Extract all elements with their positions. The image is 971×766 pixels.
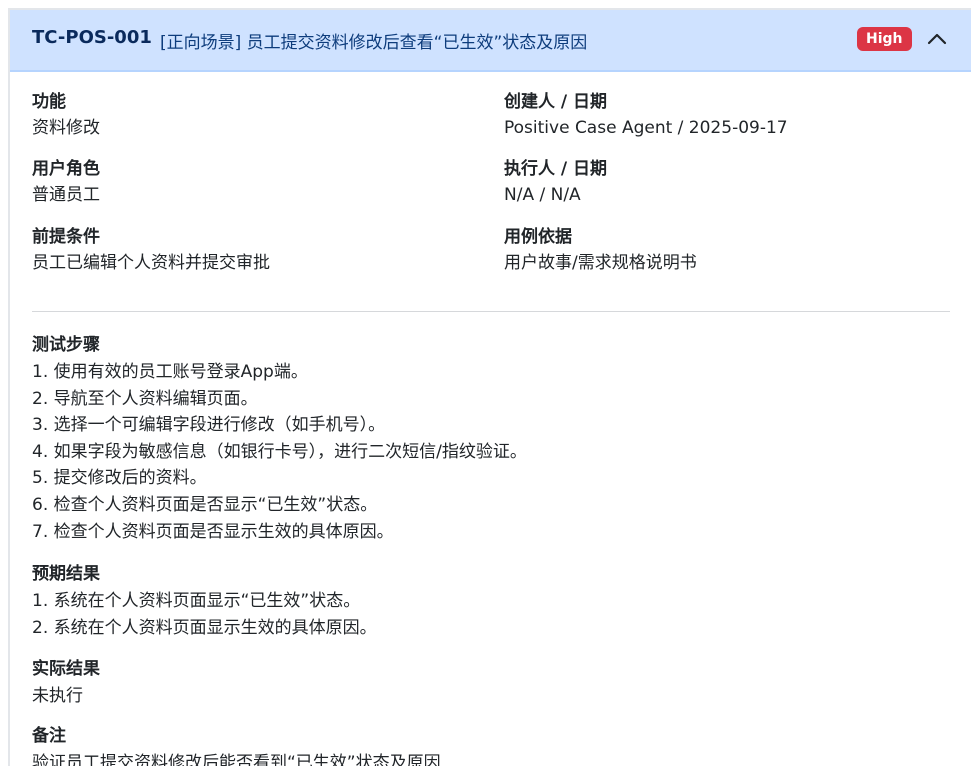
field-label: 功能 [32, 92, 66, 112]
section-title: 预期结果 [32, 564, 100, 584]
field-value: N/A / N/A [504, 185, 581, 205]
step-item: 4. 如果字段为敏感信息（如银行卡号），进行二次短信/指纹验证。 [32, 441, 527, 462]
notes-section: 备注 验证员工提交资料修改后能否看到“已生效”状态及原因 [32, 723, 441, 766]
expected-item: 1. 系统在个人资料页面显示“已生效”状态。 [32, 591, 361, 611]
field-precondition: 前提条件 员工已编辑个人资料并提交审批 [32, 224, 270, 276]
field-feature: 功能 资料修改 [32, 89, 100, 141]
field-label: 用例依据 [504, 227, 572, 247]
field-value: 用户故事/需求规格说明书 [504, 253, 697, 273]
test-case-card: TC-POS-001 [正向场景] 员工提交资料修改后查看“已生效”状态及原因 … [8, 8, 971, 766]
section-title: 测试步骤 [32, 335, 100, 355]
expected-results-section: 预期结果 1. 系统在个人资料页面显示“已生效”状态。 2. 系统在个人资料页面… [32, 561, 377, 641]
field-basis: 用例依据 用户故事/需求规格说明书 [504, 224, 697, 276]
card-header[interactable]: TC-POS-001 [正向场景] 员工提交资料修改后查看“已生效”状态及原因 … [10, 10, 971, 72]
section-title: 备注 [32, 726, 66, 746]
case-title: [正向场景] 员工提交资料修改后查看“已生效”状态及原因 [160, 33, 588, 53]
step-item: 1. 使用有效的员工账号登录App端。 [32, 362, 308, 382]
priority-badge: High [857, 27, 912, 51]
field-label: 执行人 / 日期 [504, 159, 608, 179]
section-title: 实际结果 [32, 659, 100, 679]
expected-item: 2. 系统在个人资料页面显示生效的具体原因。 [32, 617, 377, 638]
field-label: 用户角色 [32, 159, 100, 179]
field-value: 普通员工 [32, 185, 100, 205]
test-steps-section: 测试步骤 1. 使用有效的员工账号登录App端。 2. 导航至个人资料编辑页面。… [32, 332, 527, 545]
step-item: 7. 检查个人资料页面是否显示生效的具体原因。 [32, 521, 394, 542]
field-value: Positive Case Agent / 2025-09-17 [504, 118, 788, 138]
field-executor: 执行人 / 日期 N/A / N/A [504, 156, 607, 208]
notes-value: 验证员工提交资料修改后能否看到“已生效”状态及原因 [32, 753, 441, 766]
field-label: 前提条件 [32, 227, 100, 247]
field-value: 员工已编辑个人资料并提交审批 [32, 253, 270, 273]
field-creator: 创建人 / 日期 Positive Case Agent / 2025-09-1… [504, 89, 788, 141]
case-id: TC-POS-001 [32, 27, 152, 48]
actual-results-section: 实际结果 未执行 [32, 656, 100, 710]
step-item: 2. 导航至个人资料编辑页面。 [32, 388, 258, 409]
field-role: 用户角色 普通员工 [32, 156, 100, 208]
section-divider [32, 311, 950, 312]
step-item: 5. 提交修改后的资料。 [32, 468, 207, 489]
step-item: 6. 检查个人资料页面是否显示“已生效”状态。 [32, 494, 378, 515]
step-item: 3. 选择一个可编辑字段进行修改（如手机号）。 [32, 415, 386, 436]
actual-result-value: 未执行 [32, 686, 83, 706]
chevron-up-icon[interactable] [924, 26, 950, 52]
field-label: 创建人 / 日期 [504, 92, 608, 112]
field-value: 资料修改 [32, 118, 100, 138]
